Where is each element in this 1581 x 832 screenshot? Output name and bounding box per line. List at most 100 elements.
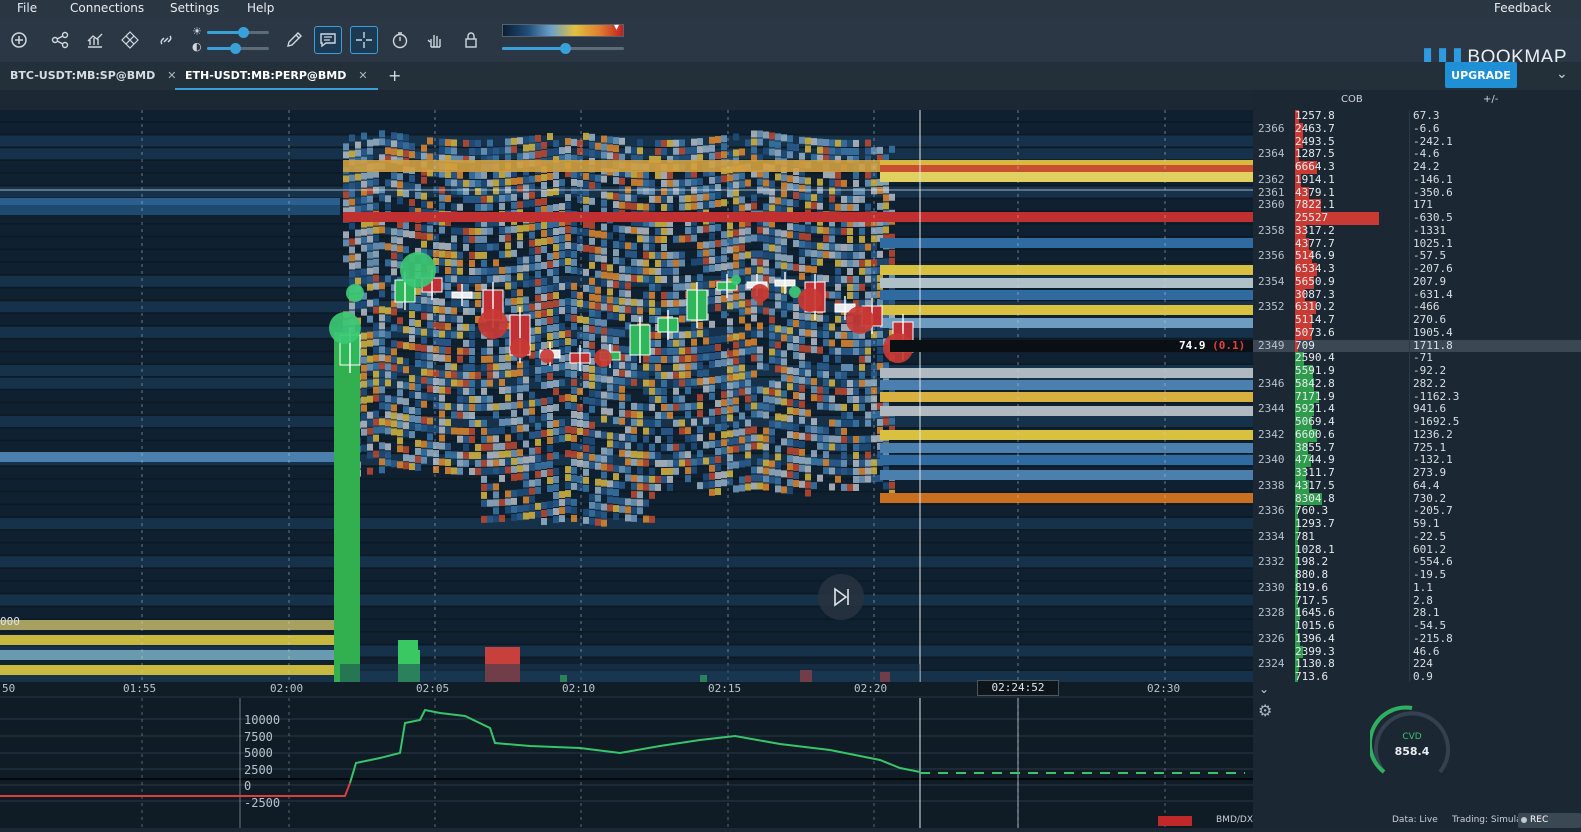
delta-value: -54.5 <box>1413 619 1447 632</box>
cvd-panel[interactable]: 10000 7500 5000 2500 0 -2500 <box>0 698 1253 828</box>
price-level: 2332 <box>1258 555 1285 569</box>
menu-connections[interactable]: Connections <box>70 1 144 15</box>
price-marker: 74.9 (0.1) <box>1179 339 1245 352</box>
hand-icon[interactable] <box>421 26 449 54</box>
tab-btc-usdt[interactable]: BTC-USDT:MB:SP@BMD ✕ <box>0 62 186 90</box>
order-book-row[interactable]: 2338 4317.5 64.4 <box>1253 478 1581 493</box>
contrast-slider[interactable] <box>207 43 269 54</box>
cob-volume: 4317.5 <box>1295 478 1335 492</box>
delta-value: 59.1 <box>1413 517 1440 530</box>
cob-volume: 5591.9 <box>1295 364 1335 377</box>
cob-volume: 819.6 <box>1295 580 1329 594</box>
cob-volume: 6534.3 <box>1295 262 1335 275</box>
price-marker-change: (0.1) <box>1212 339 1246 352</box>
indicators-icon[interactable] <box>116 26 144 54</box>
order-book-row[interactable]: 2342 6600.6 1236.2 <box>1253 427 1581 442</box>
delta-value: -92.2 <box>1413 364 1447 377</box>
lock-icon[interactable] <box>457 26 485 54</box>
price-level: 2344 <box>1258 402 1285 416</box>
cvd-axis: 10000 7500 5000 2500 0 -2500 <box>244 712 280 812</box>
connections-icon[interactable] <box>46 26 74 54</box>
order-book-row[interactable]: 3311.7 273.9 <box>1253 466 1581 480</box>
order-book-row[interactable]: 2354 5650.9 207.9 <box>1253 275 1581 289</box>
crosshair-icon[interactable] <box>350 26 378 54</box>
chat-icon[interactable] <box>314 26 342 54</box>
contrast-icon: ◐ <box>192 40 202 53</box>
order-book-row[interactable]: 2366 2463.7 -6.6 <box>1253 121 1581 136</box>
menu-help[interactable]: Help <box>247 1 274 15</box>
status-source: BMD/DX <box>1216 815 1253 825</box>
cob-volume: 3317.2 <box>1295 223 1335 237</box>
cob-volume: 3311.7 <box>1295 466 1335 479</box>
cvd-tick: -2500 <box>244 795 281 810</box>
order-book-row[interactable]: 25527 -630.5 <box>1253 211 1581 225</box>
order-book-row[interactable]: 1293.7 59.1 <box>1253 517 1581 531</box>
order-book-row[interactable]: 5073.6 1905.4 <box>1253 325 1581 340</box>
chart-icon[interactable] <box>81 26 109 54</box>
gear-icon[interactable]: ⚙ <box>1258 701 1272 720</box>
order-book-rows[interactable]: 1257.8 67.3 2366 2463.7 -6.6 2493.5 -242.1 2364… <box>1253 110 1581 682</box>
price-level: 2338 <box>1258 478 1285 492</box>
cvd-chart <box>0 698 1253 828</box>
delta-value: 67.3 <box>1413 110 1440 122</box>
order-book-row[interactable]: 1015.6 -54.5 <box>1253 619 1581 633</box>
price-level: 2342 <box>1258 427 1285 441</box>
skip-forward-icon <box>834 587 849 607</box>
add-chart-icon[interactable] <box>5 26 33 54</box>
delta-value: 270.6 <box>1413 313 1447 326</box>
brightness-slider[interactable] <box>207 27 269 38</box>
color-scheme-select[interactable]: ▾ <box>502 22 624 37</box>
chevron-down-icon[interactable]: ⌄ <box>1259 682 1269 696</box>
order-book-row[interactable]: 713.6 0.9 <box>1253 670 1581 682</box>
pencil-icon[interactable] <box>280 26 308 54</box>
cob-volume: 5842.8 <box>1295 376 1335 390</box>
delta-value: 1905.4 <box>1413 325 1453 339</box>
link-icon[interactable] <box>152 26 180 54</box>
menu-feedback[interactable]: Feedback <box>1494 1 1551 15</box>
tab-label: BTC-USDT:MB:SP@BMD <box>10 69 156 82</box>
menu-settings[interactable]: Settings <box>170 1 219 15</box>
tab-eth-usdt[interactable]: ETH-USDT:MB:PERP@BMD ✕ <box>175 62 378 90</box>
chevron-down-icon[interactable]: ⌄ <box>1556 66 1568 82</box>
order-book-row[interactable]: 2334 781 -22.5 <box>1253 529 1581 544</box>
order-book-row[interactable]: 880.8 -19.5 <box>1253 568 1581 582</box>
delta-value: 64.4 <box>1413 478 1440 492</box>
order-book-row[interactable]: 2346 5842.8 282.2 <box>1253 376 1581 391</box>
cob-volume: 25527 <box>1295 211 1329 224</box>
order-book-row[interactable]: 2358 3317.2 -1331 <box>1253 223 1581 238</box>
menu-file[interactable]: File <box>17 1 37 15</box>
add-tab-icon[interactable]: + <box>378 62 411 90</box>
order-book-row[interactable]: 2326 1396.4 -215.8 <box>1253 632 1581 646</box>
close-icon[interactable]: ✕ <box>358 69 367 82</box>
order-book-row[interactable]: 2330 819.6 1.1 <box>1253 580 1581 595</box>
order-book-row[interactable]: 6534.3 -207.6 <box>1253 262 1581 276</box>
price-marker-value: 74.9 <box>1179 339 1206 352</box>
heatmap-chart[interactable]: 000 74.9 (0.1) <box>0 110 1253 682</box>
cob-volume: 5073.6 <box>1295 325 1335 339</box>
tab-label: ETH-USDT:MB:PERP@BMD <box>185 69 347 82</box>
cob-volume: 781 <box>1295 529 1315 543</box>
skip-to-live-button[interactable] <box>818 574 864 620</box>
rec-button[interactable]: REC <box>1518 813 1581 828</box>
delta-value: -19.5 <box>1413 568 1447 581</box>
cob-volume: 880.8 <box>1295 568 1329 581</box>
delta-value: -6.6 <box>1413 121 1440 135</box>
delta-header: +/- <box>1483 94 1499 105</box>
order-book-row[interactable]: 5114.7 270.6 <box>1253 313 1581 327</box>
cob-volume: 1293.7 <box>1295 517 1335 530</box>
order-book-row[interactable]: 1257.8 67.3 <box>1253 110 1581 123</box>
column-divider <box>1409 110 1410 682</box>
order-book-row[interactable]: 6664.3 24.2 <box>1253 160 1581 174</box>
delta-value: 0.9 <box>1413 670 1433 682</box>
price-level: 2324 <box>1258 657 1285 671</box>
cob-volume: 5069.4 <box>1295 415 1335 428</box>
order-book-row[interactable]: 5069.4 -1692.5 <box>1253 415 1581 429</box>
timer-icon[interactable] <box>386 26 414 54</box>
toolbar: ☀ ◐ ▾ ❚❚❚ BOOKMAP <box>0 18 1581 68</box>
order-book-row[interactable]: 5591.9 -92.2 <box>1253 364 1581 378</box>
record-icon <box>1521 817 1527 823</box>
heatmap-canvas <box>0 110 1253 682</box>
upgrade-button[interactable]: UPGRADE <box>1445 62 1517 88</box>
threshold-slider[interactable] <box>502 43 624 54</box>
order-book-row[interactable]: 2362 1914.1 -146.1 <box>1253 173 1581 187</box>
